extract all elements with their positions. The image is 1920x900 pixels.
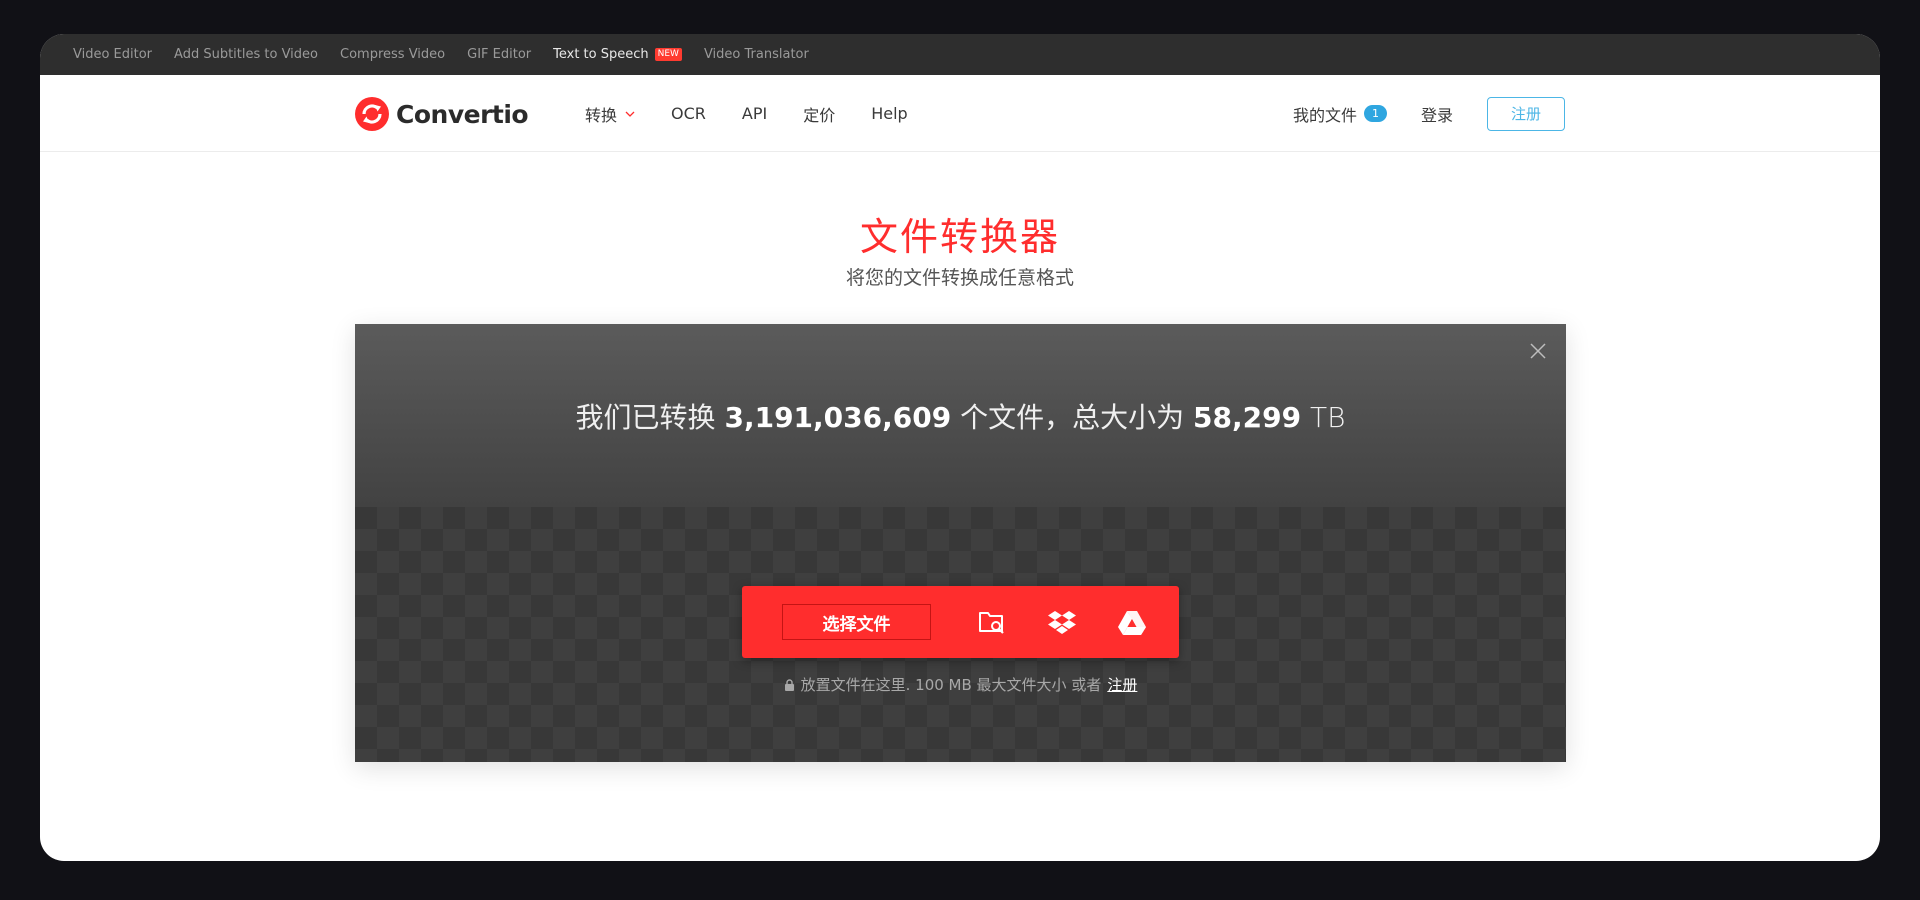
files-count-badge: 1 [1363,105,1387,122]
link-compress-video[interactable]: Compress Video [340,47,445,62]
drop-zone[interactable]: 选择文件 放置文件在这里. 100 MB 最大文件大小 或者 注册 [355,507,1566,762]
link-gif-editor[interactable]: GIF Editor [467,47,531,62]
main-menu: 转换 OCR API 定价 Help [585,75,908,152]
dropbox-icon[interactable] [1047,607,1077,637]
main-nav: Convertio 转换 OCR API 定价 Help 我的文件 1 登录 注… [40,75,1880,152]
upload-sources [977,607,1147,637]
converter-panel: 我们已转换 3,191,036,609 个文件，总大小为 58,299 TB 选… [355,324,1566,762]
stats-files-count: 3,191,036,609 [724,400,952,434]
link-text-to-speech[interactable]: Text to Speech NEW [553,47,682,62]
menu-api[interactable]: API [742,104,767,123]
stats-prefix: 我们已转换 [575,400,716,434]
page-subtitle: 将您的文件转换成任意格式 [845,267,1074,289]
link-text-to-speech-label: Text to Speech [553,47,649,62]
logo-text: Convertio [396,99,529,129]
google-drive-icon[interactable] [1117,607,1147,637]
browser-window: Video Editor Add Subtitles to Video Comp… [40,34,1880,861]
choose-files-button[interactable]: 选择文件 [782,604,931,640]
hint-text: 放置文件在这里. 100 MB 最大文件大小 或者 [800,676,1102,694]
convertio-logo-icon [355,97,389,131]
conversion-stats: 我们已转换 3,191,036,609 个文件，总大小为 58,299 TB [576,396,1346,436]
menu-ocr[interactable]: OCR [671,104,706,123]
stats-banner: 我们已转换 3,191,036,609 个文件，总大小为 58,299 TB [355,324,1566,507]
stats-unit: TB [1310,400,1346,434]
account-nav: 我的文件 1 登录 注册 [1293,75,1565,152]
signup-button[interactable]: 注册 [1487,96,1565,131]
stats-total-size: 58,299 [1193,400,1302,434]
link-video-editor[interactable]: Video Editor [73,47,152,62]
new-badge: NEW [654,48,682,61]
utility-bar: Video Editor Add Subtitles to Video Comp… [40,34,1880,75]
close-icon[interactable] [1528,341,1548,361]
login-link[interactable]: 登录 [1421,102,1453,126]
page-title: 文件转换器 [859,215,1060,259]
hero: 文件转换器 将您的文件转换成任意格式 [40,152,1880,290]
menu-convert-label: 转换 [585,105,618,125]
link-add-subtitles[interactable]: Add Subtitles to Video [174,47,318,62]
my-files-link[interactable]: 我的文件 1 [1293,102,1387,126]
my-files-label: 我的文件 [1292,105,1357,125]
logo[interactable]: Convertio [355,97,529,131]
hint-signup-link[interactable]: 注册 [1107,674,1137,695]
link-video-translator[interactable]: Video Translator [704,47,809,62]
menu-pricing[interactable]: 定价 [803,102,835,126]
folder-search-icon[interactable] [977,607,1007,637]
chevron-down-icon [625,111,635,117]
upload-bar: 选择文件 [742,586,1179,658]
stats-middle: 个文件，总大小为 [960,400,1185,434]
drop-hint: 放置文件在这里. 100 MB 最大文件大小 或者 注册 [355,674,1566,695]
menu-help[interactable]: Help [871,104,907,123]
menu-convert[interactable]: 转换 [585,102,635,126]
lock-icon [784,678,794,691]
